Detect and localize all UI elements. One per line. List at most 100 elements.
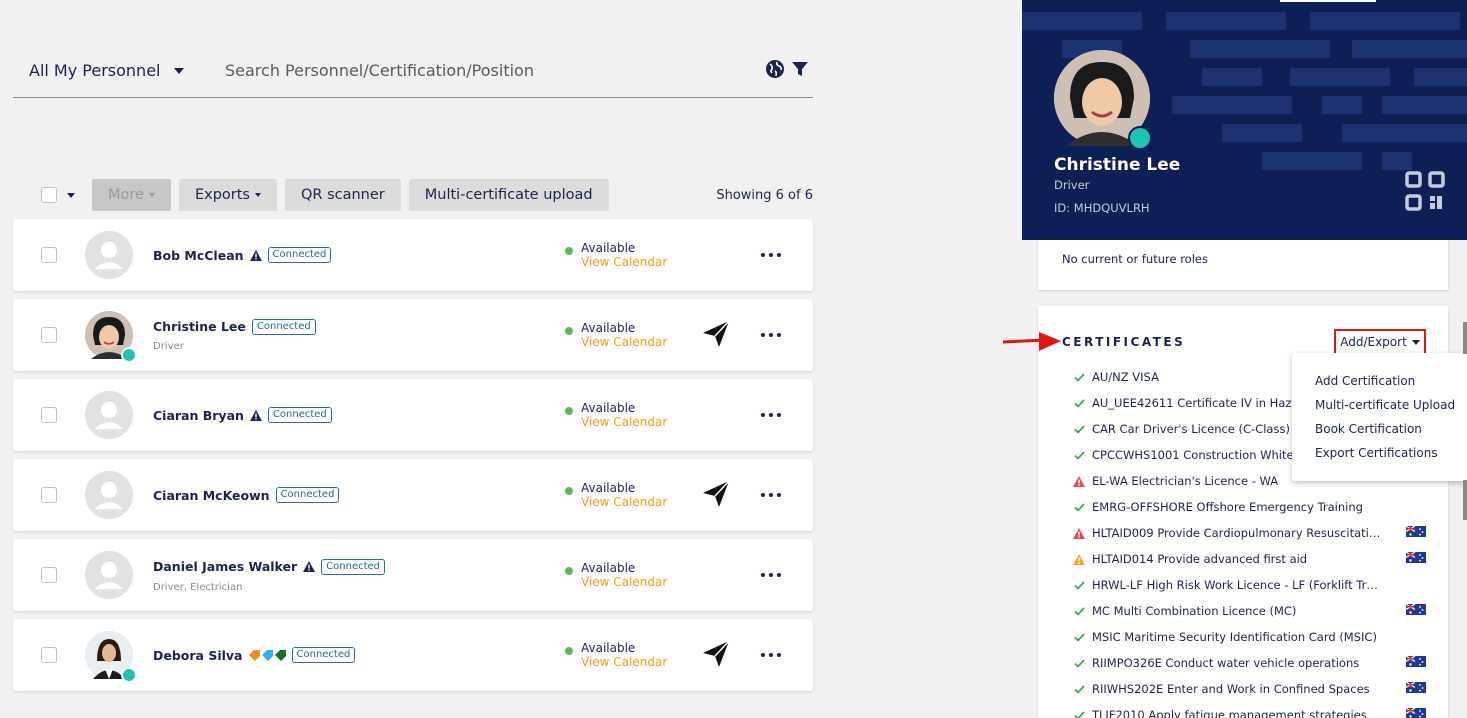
row-more-menu[interactable]	[761, 333, 781, 337]
personnel-row[interactable]: Debora Silva Connected Available View Ca…	[13, 619, 813, 691]
view-calendar-link[interactable]: View Calendar	[581, 575, 667, 589]
menu-item-multi-certificate-upload[interactable]: Multi-certificate Upload	[1292, 393, 1467, 417]
availability-status: Available View Calendar	[565, 641, 667, 669]
available-dot	[565, 647, 573, 655]
chevron-down-icon[interactable]	[67, 192, 75, 198]
certificate-item[interactable]: MSIC Maritime Security Identification Ca…	[1072, 624, 1432, 650]
certificate-name: TLIF2010 Apply fatigue management strate…	[1092, 708, 1367, 718]
row-more-menu[interactable]	[761, 573, 781, 577]
certificate-item[interactable]: MC Multi Combination Licence (MC)	[1072, 598, 1432, 624]
filter-icon[interactable]	[791, 60, 809, 82]
search-input[interactable]	[225, 61, 745, 80]
qr-code-icon[interactable]	[1404, 170, 1448, 218]
roles-card: No current or future roles	[1038, 232, 1448, 290]
row-more-menu[interactable]	[761, 493, 781, 497]
menu-item-export-certifications[interactable]: Export Certifications	[1292, 441, 1467, 465]
view-calendar-link[interactable]: View Calendar	[581, 335, 667, 349]
view-calendar-link[interactable]: View Calendar	[581, 255, 667, 269]
connected-badge: Connected	[275, 487, 340, 503]
view-calendar-link[interactable]: View Calendar	[581, 655, 667, 669]
more-button[interactable]: More	[92, 179, 171, 211]
certificate-name: EL-WA Electrician's Licence - WA	[1092, 474, 1279, 488]
certificates-title: CERTIFICATES	[1062, 335, 1186, 349]
scrollbar-thumb[interactable]	[1463, 322, 1467, 354]
person-name[interactable]: Christine Lee	[153, 319, 246, 334]
person-name[interactable]: Ciaran Bryan	[153, 408, 244, 423]
person-name[interactable]: Ciaran McKeown	[153, 488, 270, 503]
verified-badge-icon	[121, 667, 137, 683]
available-dot	[565, 407, 573, 415]
person-name[interactable]: Bob McClean	[153, 248, 244, 263]
row-checkbox[interactable]	[41, 487, 57, 503]
certificate-item[interactable]: HLTAID009 Provide Cardiopulmonary Resusc…	[1072, 520, 1432, 546]
globe-icon[interactable]	[765, 59, 785, 83]
check-icon	[1072, 710, 1086, 718]
connected-badge: Connected	[267, 247, 332, 263]
personnel-row[interactable]: Ciaran McKeown Connected Available View …	[13, 459, 813, 531]
exports-button[interactable]: Exports	[178, 179, 277, 211]
person-name[interactable]: Debora Silva	[153, 648, 243, 663]
availability-label: Available	[581, 321, 636, 335]
chevron-down-icon	[1411, 339, 1420, 345]
qr-scanner-label: QR scanner	[300, 187, 385, 203]
filter-bar: All My Personnel	[13, 44, 813, 98]
showing-count: Showing 6 of 6	[716, 187, 813, 203]
certificate-name: AU/NZ VISA	[1092, 370, 1159, 384]
verified-badge-icon	[121, 347, 137, 363]
chevron-down-icon	[148, 193, 155, 197]
send-icon[interactable]	[701, 639, 731, 673]
row-checkbox[interactable]	[41, 327, 57, 343]
add-export-button[interactable]: Add/Export	[1334, 329, 1426, 355]
profile-role: Driver	[1054, 178, 1090, 192]
menu-item-book-certification[interactable]: Book Certification	[1292, 417, 1467, 441]
personnel-row[interactable]: Ciaran Bryan Connected Available View Ca…	[13, 379, 813, 451]
certificate-item[interactable]: RIIWHS202E Enter and Work in Confined Sp…	[1072, 676, 1432, 702]
view-calendar-link[interactable]: View Calendar	[581, 415, 667, 429]
certificate-item[interactable]: HLTAID014 Provide advanced first aid	[1072, 546, 1432, 572]
row-more-menu[interactable]	[761, 253, 781, 257]
row-checkbox[interactable]	[41, 647, 57, 663]
australia-flag-icon	[1405, 707, 1426, 718]
profile-id: ID: MHDQUVLRH	[1054, 201, 1150, 215]
certificate-item[interactable]: EMRG-OFFSHORE Offshore Emergency Trainin…	[1072, 494, 1432, 520]
certificate-item[interactable]: HRWL-LF High Risk Work Licence - LF (For…	[1072, 572, 1432, 598]
certificate-item[interactable]: TLIF2010 Apply fatigue management strate…	[1072, 702, 1432, 718]
certificate-item[interactable]: RIIMPO326E Conduct water vehicle operati…	[1072, 650, 1432, 676]
certificate-name: MC Multi Combination Licence (MC)	[1092, 604, 1297, 618]
personnel-row[interactable]: Bob McClean Connected Available View Cal…	[13, 219, 813, 291]
certificate-name: HLTAID014 Provide advanced first aid	[1092, 552, 1308, 566]
scrollbar-thumb[interactable]	[1463, 480, 1467, 520]
avatar	[85, 311, 137, 363]
select-all[interactable]	[13, 187, 92, 203]
check-icon	[1072, 632, 1086, 642]
row-checkbox[interactable]	[41, 567, 57, 583]
avatar	[85, 551, 133, 599]
row-checkbox[interactable]	[41, 247, 57, 263]
multi-certificate-upload-button[interactable]: Multi-certificate upload	[408, 179, 609, 211]
personnel-row[interactable]: Daniel James Walker Connected Driver, El…	[13, 539, 813, 611]
availability-status: Available View Calendar	[565, 481, 667, 509]
view-calendar-link[interactable]: View Calendar	[581, 495, 667, 509]
personnel-row[interactable]: Christine Lee Connected Driver Available…	[13, 299, 813, 371]
availability-status: Available View Calendar	[565, 321, 667, 349]
warning-icon	[1072, 475, 1086, 487]
availability-label: Available	[581, 561, 636, 575]
connected-badge: Connected	[267, 407, 332, 423]
person-position: Driver	[153, 340, 184, 352]
certificate-name: HLTAID009 Provide Cardiopulmonary Resusc…	[1092, 526, 1384, 540]
personnel-filter-select[interactable]: All My Personnel	[13, 61, 209, 80]
availability-status: Available View Calendar	[565, 561, 667, 589]
person-name[interactable]: Daniel James Walker	[153, 559, 297, 574]
available-dot	[565, 567, 573, 575]
send-icon[interactable]	[701, 319, 731, 353]
qr-scanner-button[interactable]: QR scanner	[284, 179, 401, 211]
select-all-checkbox[interactable]	[41, 187, 57, 203]
row-more-menu[interactable]	[761, 653, 781, 657]
avatar	[85, 391, 133, 439]
row-checkbox[interactable]	[41, 407, 57, 423]
tag-icon	[248, 649, 286, 661]
send-icon[interactable]	[701, 479, 731, 513]
row-more-menu[interactable]	[761, 413, 781, 417]
menu-item-add-certification[interactable]: Add Certification	[1292, 369, 1467, 393]
available-dot	[565, 247, 573, 255]
